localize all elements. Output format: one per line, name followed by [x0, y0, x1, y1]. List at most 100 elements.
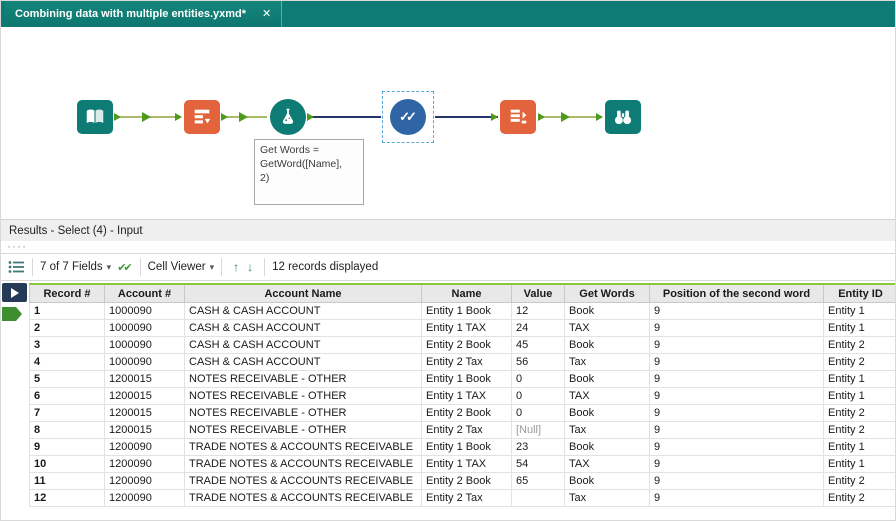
- table-cell[interactable]: Book: [564, 472, 650, 490]
- table-cell[interactable]: CASH & CASH ACCOUNT: [184, 353, 422, 371]
- table-row[interactable]: 5 1200015 NOTES RECEIVABLE - OTHER Entity 1…: [29, 370, 895, 388]
- table-cell[interactable]: 0: [511, 404, 565, 422]
- workflow-canvas[interactable]: ✓✓ Get Words = GetWord([Name], 2): [1, 27, 895, 220]
- table-row[interactable]: 11 1200090 TRADE NOTES & ACCOUNTS RECEIVAB…: [29, 472, 895, 490]
- table-cell[interactable]: 9: [649, 438, 824, 456]
- table-cell[interactable]: 2: [29, 319, 105, 337]
- connection-line[interactable]: [114, 112, 182, 122]
- table-cell[interactable]: 3: [29, 336, 105, 354]
- table-cell[interactable]: Entity 1 Book: [421, 302, 512, 320]
- table-cell[interactable]: 9: [649, 387, 824, 405]
- select-tool-selection-box[interactable]: ✓✓: [382, 91, 434, 143]
- table-row[interactable]: 9 1200090 TRADE NOTES & ACCOUNTS RECEIVABL…: [29, 438, 895, 456]
- table-cell[interactable]: 1000090: [104, 319, 185, 337]
- table-cell[interactable]: TRADE NOTES & ACCOUNTS RECEIVABLE: [184, 472, 422, 490]
- table-cell[interactable]: 9: [649, 455, 824, 473]
- table-cell[interactable]: Entity 1: [823, 438, 895, 456]
- column-header[interactable]: Account #: [104, 283, 185, 303]
- input-data-tool[interactable]: [77, 100, 113, 134]
- table-cell[interactable]: 12: [29, 489, 105, 507]
- table-cell[interactable]: 9: [649, 404, 824, 422]
- table-cell[interactable]: Entity 1: [823, 387, 895, 405]
- table-cell[interactable]: TAX: [564, 319, 650, 337]
- table-cell[interactable]: Entity 2 Tax: [421, 489, 512, 507]
- table-row[interactable]: 10 1200090 TRADE NOTES & ACCOUNTS RECEIVAB…: [29, 455, 895, 473]
- table-cell[interactable]: Entity 2: [823, 353, 895, 371]
- table-cell[interactable]: 1200015: [104, 387, 185, 405]
- select-all-records-button[interactable]: [2, 283, 27, 302]
- table-cell[interactable]: 9: [649, 489, 824, 507]
- column-header[interactable]: Record #: [29, 283, 105, 303]
- column-header[interactable]: Value: [511, 283, 565, 303]
- table-cell[interactable]: TRADE NOTES & ACCOUNTS RECEIVABLE: [184, 489, 422, 507]
- table-cell[interactable]: 1200090: [104, 489, 185, 507]
- cell-viewer-dropdown[interactable]: Cell Viewer ▾: [148, 261, 214, 273]
- table-cell[interactable]: Tax: [564, 489, 650, 507]
- table-cell[interactable]: 9: [649, 421, 824, 439]
- table-cell[interactable]: Entity 2 Book: [421, 404, 512, 422]
- table-cell[interactable]: 1200090: [104, 438, 185, 456]
- table-cell[interactable]: CASH & CASH ACCOUNT: [184, 336, 422, 354]
- table-cell[interactable]: Book: [564, 302, 650, 320]
- table-cell[interactable]: 12: [511, 302, 565, 320]
- table-cell[interactable]: Entity 2 Book: [421, 472, 512, 490]
- table-cell[interactable]: 11: [29, 472, 105, 490]
- table-cell[interactable]: 45: [511, 336, 565, 354]
- table-cell[interactable]: 9: [649, 319, 824, 337]
- table-cell[interactable]: NOTES RECEIVABLE - OTHER: [184, 404, 422, 422]
- column-header[interactable]: Position of the second word: [649, 283, 824, 303]
- connection-line[interactable]: [538, 112, 603, 122]
- table-cell[interactable]: 9: [649, 353, 824, 371]
- table-cell[interactable]: Entity 2 Tax: [421, 421, 512, 439]
- table-cell[interactable]: Entity 2 Tax: [421, 353, 512, 371]
- text-to-columns-tool[interactable]: [184, 100, 220, 134]
- table-row[interactable]: 7 1200015 NOTES RECEIVABLE - OTHER Entity 2…: [29, 404, 895, 422]
- formula-tool[interactable]: [270, 99, 306, 135]
- table-cell[interactable]: 1200090: [104, 472, 185, 490]
- table-row[interactable]: 4 1000090 CASH & CASH ACCOUNT Entity 2 Tax 5…: [29, 353, 895, 371]
- table-cell[interactable]: 1000090: [104, 353, 185, 371]
- table-cell[interactable]: Entity 2: [823, 489, 895, 507]
- table-row[interactable]: 2 1000090 CASH & CASH ACCOUNT Entity 1 TAX 2…: [29, 319, 895, 337]
- table-cell[interactable]: 23: [511, 438, 565, 456]
- table-cell[interactable]: 6: [29, 387, 105, 405]
- table-cell[interactable]: [511, 489, 565, 507]
- table-cell[interactable]: CASH & CASH ACCOUNT: [184, 319, 422, 337]
- table-cell[interactable]: Entity 2: [823, 472, 895, 490]
- table-row[interactable]: 12 1200090 TRADE NOTES & ACCOUNTS RECEIVAB…: [29, 489, 895, 507]
- browse-tool[interactable]: [605, 100, 641, 134]
- table-cell[interactable]: Book: [564, 370, 650, 388]
- column-header[interactable]: Name: [421, 283, 512, 303]
- table-row[interactable]: 6 1200015 NOTES RECEIVABLE - OTHER Entity 1…: [29, 387, 895, 405]
- table-cell[interactable]: Book: [564, 336, 650, 354]
- table-cell[interactable]: 54: [511, 455, 565, 473]
- table-cell[interactable]: 8: [29, 421, 105, 439]
- table-cell[interactable]: 9: [649, 302, 824, 320]
- table-cell[interactable]: 9: [29, 438, 105, 456]
- table-row[interactable]: 8 1200015 NOTES RECEIVABLE - OTHER Entity 2…: [29, 421, 895, 439]
- fields-dropdown[interactable]: 7 of 7 Fields ▾ ✔✔: [40, 261, 133, 274]
- move-up-button[interactable]: ↑: [233, 260, 239, 274]
- table-cell[interactable]: Tax: [564, 353, 650, 371]
- connection-line[interactable]: [221, 112, 267, 122]
- table-cell[interactable]: 56: [511, 353, 565, 371]
- table-cell[interactable]: CASH & CASH ACCOUNT: [184, 302, 422, 320]
- table-cell[interactable]: [Null]: [511, 421, 565, 439]
- select-tool[interactable]: ✓✓: [390, 99, 426, 135]
- table-cell[interactable]: NOTES RECEIVABLE - OTHER: [184, 387, 422, 405]
- table-cell[interactable]: 0: [511, 387, 565, 405]
- table-cell[interactable]: 65: [511, 472, 565, 490]
- table-cell[interactable]: 1200090: [104, 455, 185, 473]
- tool-annotation[interactable]: Get Words = GetWord([Name], 2): [254, 139, 364, 205]
- table-cell[interactable]: 9: [649, 472, 824, 490]
- table-cell[interactable]: TAX: [564, 387, 650, 405]
- table-cell[interactable]: Entity 2: [823, 404, 895, 422]
- column-header[interactable]: Entity ID: [823, 283, 895, 303]
- table-cell[interactable]: 1200015: [104, 421, 185, 439]
- table-cell[interactable]: TRADE NOTES & ACCOUNTS RECEIVABLE: [184, 438, 422, 456]
- column-header[interactable]: Account Name: [184, 283, 422, 303]
- table-cell[interactable]: 1000090: [104, 302, 185, 320]
- column-header[interactable]: Get Words: [564, 283, 650, 303]
- table-cell[interactable]: Entity 1: [823, 302, 895, 320]
- table-cell[interactable]: 1200015: [104, 404, 185, 422]
